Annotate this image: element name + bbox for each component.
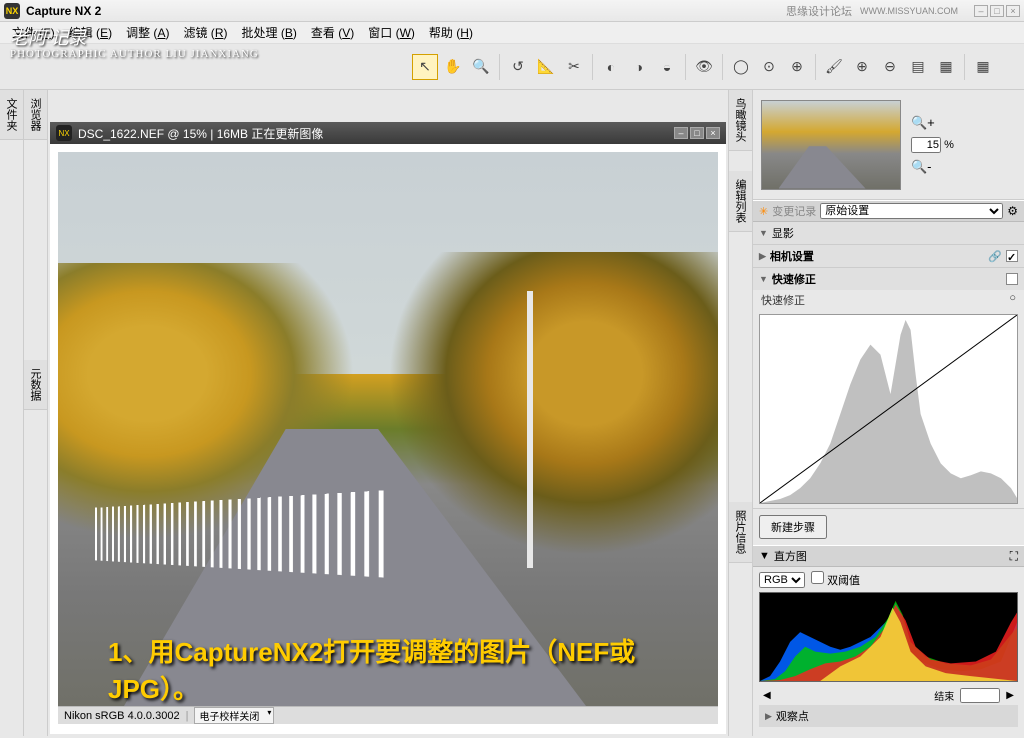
quickfix-checkbox[interactable] bbox=[1006, 273, 1018, 285]
tab-folder[interactable]: 文件夹 bbox=[0, 90, 23, 140]
menu-file[interactable]: 文件 (F) bbox=[6, 22, 61, 43]
menu-adjust[interactable]: 调整 (A) bbox=[120, 22, 175, 43]
menu-batch[interactable]: 批处理 (B) bbox=[235, 22, 302, 43]
tool-selection-ctrl[interactable]: ⊕ bbox=[784, 54, 810, 80]
tool-redeye[interactable]: 👁 bbox=[691, 54, 717, 80]
menu-edit[interactable]: 编辑 (E) bbox=[63, 22, 118, 43]
app-title: Capture NX 2 bbox=[26, 4, 101, 18]
tab-browser[interactable]: 浏览器 bbox=[24, 90, 47, 140]
menu-bar: 文件 (F) 编辑 (E) 调整 (A) 滤镜 (R) 批处理 (B) 查看 (… bbox=[0, 22, 1024, 44]
tool-lasso[interactable]: ◯ bbox=[728, 54, 754, 80]
birdseye-panel: 🔍+ % 🔍- bbox=[753, 90, 1024, 200]
histogram-header: ▼直方图 ⛶ bbox=[753, 545, 1024, 567]
clip-left-icon[interactable]: ◀ bbox=[763, 690, 771, 701]
proof-dropdown[interactable]: 电子校样关闭 bbox=[194, 707, 274, 724]
tool-gradient[interactable]: ▤ bbox=[905, 54, 931, 80]
tab-metadata[interactable]: 元数据 bbox=[24, 360, 47, 410]
doc-maximize-button[interactable]: □ bbox=[690, 127, 704, 139]
menu-help[interactable]: 帮助 (H) bbox=[423, 22, 479, 43]
tab-birdseye[interactable]: 鸟瞰镜头 bbox=[729, 90, 752, 151]
channel-select[interactable]: RGB bbox=[759, 572, 805, 588]
tool-straighten[interactable]: 📐 bbox=[533, 54, 559, 80]
section-watchpoint[interactable]: ▶观察点 bbox=[759, 705, 1018, 727]
toolbar: 老阿·记录 PHOTOGRAPHIC AUTHOR LIU JIANXIANG … bbox=[0, 44, 1024, 90]
tool-crop[interactable]: ✂ bbox=[561, 54, 587, 80]
menu-window[interactable]: 窗口 (W) bbox=[362, 22, 421, 43]
tool-neutral-point[interactable]: ◒ bbox=[654, 54, 680, 80]
tool-minus[interactable]: ⊖ bbox=[877, 54, 903, 80]
gear-icon[interactable]: ⚙ bbox=[1007, 204, 1018, 218]
histogram-title: 直方图 bbox=[774, 548, 807, 564]
threshold-checkbox[interactable]: 双阈值 bbox=[811, 571, 860, 588]
tool-hand[interactable]: ✋ bbox=[440, 54, 466, 80]
tutorial-caption: 1、用CaptureNX2打开要调整的图片（NEF或JPG）。 bbox=[108, 632, 708, 706]
tool-arrow[interactable]: ↖ bbox=[412, 54, 438, 80]
zoom-out-icon[interactable]: 🔍- bbox=[911, 159, 954, 175]
apply-label: 结束 bbox=[934, 688, 954, 703]
camera-checkbox[interactable]: ✓ bbox=[1006, 250, 1018, 262]
section-camera[interactable]: ▶相机设置 🔗✓ bbox=[753, 245, 1024, 267]
preset-select[interactable]: 原始设置 bbox=[820, 203, 1003, 219]
apply-input[interactable] bbox=[960, 688, 1000, 703]
app-logo-icon: NX bbox=[4, 3, 20, 19]
left-dock-2: 浏览器 元数据 bbox=[24, 90, 48, 736]
doc-close-button[interactable]: × bbox=[706, 127, 720, 139]
canvas-area: NX DSC_1622.NEF @ 15% | 16MB 正在更新图像 – □ … bbox=[48, 90, 728, 736]
section-develop[interactable]: ▼显影 bbox=[753, 222, 1024, 244]
tab-photoinfo[interactable]: 照片信息 bbox=[729, 502, 752, 563]
minimize-button[interactable]: – bbox=[974, 5, 988, 17]
new-step-button[interactable]: 新建步骤 bbox=[759, 515, 827, 539]
tool-white-point[interactable]: ◑ bbox=[626, 54, 652, 80]
watermark-text: 思缘设计论坛 bbox=[786, 3, 852, 19]
tool-zoom[interactable]: 🔍 bbox=[468, 54, 494, 80]
title-bar: NX Capture NX 2 思缘设计论坛 WWW.MISSYUAN.COM … bbox=[0, 0, 1024, 22]
doc-minimize-button[interactable]: – bbox=[674, 127, 688, 139]
tool-brush[interactable]: 🖌 bbox=[821, 54, 847, 80]
menu-filter[interactable]: 滤镜 (R) bbox=[177, 22, 233, 43]
document-statusbar: Nikon sRGB 4.0.0.3002 | 电子校样关闭 bbox=[58, 706, 718, 724]
history-label: 变更记录 bbox=[772, 203, 816, 219]
doc-logo-icon: NX bbox=[56, 125, 72, 141]
document-titlebar: NX DSC_1622.NEF @ 15% | 16MB 正在更新图像 – □ … bbox=[50, 122, 726, 144]
photo-canvas bbox=[58, 152, 718, 706]
hist-expand-icon[interactable]: ⛶ bbox=[1010, 549, 1018, 564]
edit-header: ✳ 变更记录 原始设置 ⚙ bbox=[753, 200, 1024, 222]
section-quickfix[interactable]: ▼快速修正 bbox=[753, 268, 1024, 290]
birdseye-thumbnail[interactable] bbox=[761, 100, 901, 190]
tool-rotate-ccw[interactable]: ↺ bbox=[505, 54, 531, 80]
clip-right-icon[interactable]: ▶ bbox=[1006, 690, 1014, 701]
close-button[interactable]: × bbox=[1006, 5, 1020, 17]
watermark-url: WWW.MISSYUAN.COM bbox=[860, 6, 958, 16]
menu-view[interactable]: 查看 (V) bbox=[305, 22, 360, 43]
curves-histogram[interactable] bbox=[759, 314, 1018, 504]
loading-icon: ✳ bbox=[759, 205, 768, 218]
left-dock: 文件夹 bbox=[0, 90, 24, 736]
tool-grid[interactable]: ▦ bbox=[970, 54, 996, 80]
document-title: DSC_1622.NEF @ 15% | 16MB 正在更新图像 bbox=[78, 125, 323, 142]
tool-fill[interactable]: ▦ bbox=[933, 54, 959, 80]
right-panel: 鸟瞰镜头 编辑列表 照片信息 🔍+ % 🔍- ✳ 变更记录 原始设置 ⚙ ▼显影 bbox=[728, 90, 1024, 736]
quickfix-label: 快速修正○ bbox=[753, 290, 1024, 310]
tool-control-point[interactable]: ⊙ bbox=[756, 54, 782, 80]
zoom-in-icon[interactable]: 🔍+ bbox=[911, 115, 954, 131]
tab-editlist[interactable]: 编辑列表 bbox=[729, 171, 752, 232]
rgb-histogram bbox=[759, 592, 1018, 682]
overlay-text-2: PHOTOGRAPHIC AUTHOR LIU JIANXIANG bbox=[10, 48, 259, 60]
zoom-input[interactable] bbox=[911, 137, 941, 153]
link-icon[interactable]: 🔗 bbox=[988, 250, 1002, 263]
maximize-button[interactable]: □ bbox=[990, 5, 1004, 17]
color-profile: Nikon sRGB 4.0.0.3002 bbox=[64, 710, 180, 722]
tool-plus[interactable]: ⊕ bbox=[849, 54, 875, 80]
tool-black-point[interactable]: ◐ bbox=[598, 54, 624, 80]
